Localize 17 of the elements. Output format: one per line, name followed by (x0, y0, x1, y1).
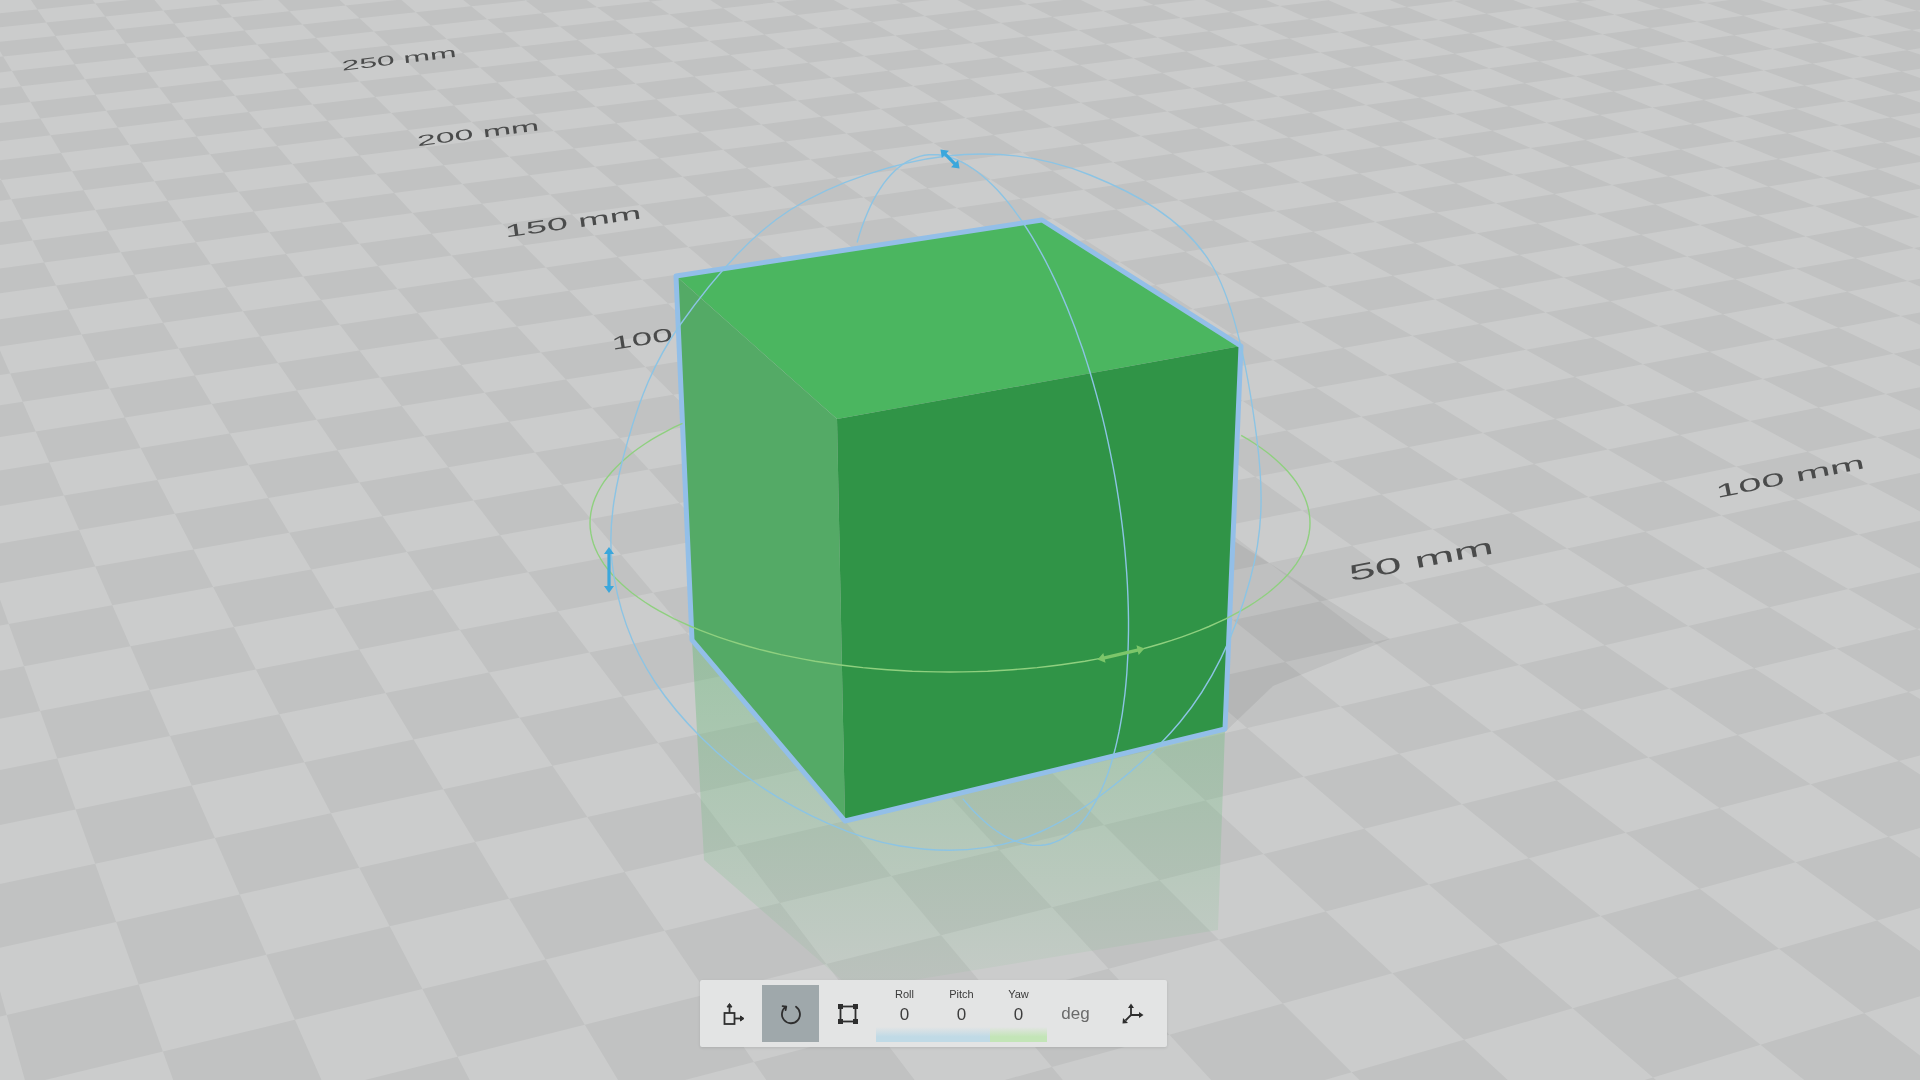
axes-arrows-icon (1120, 1001, 1145, 1026)
field-label: Roll (895, 988, 914, 1000)
ruler-label: 100 mm (1713, 452, 1867, 502)
box-arrows-icon (721, 1001, 746, 1026)
unit-label: deg (1061, 1003, 1090, 1024)
rotate-tool-button[interactable] (762, 985, 819, 1042)
ruler-label: 250 mm (340, 44, 458, 74)
resize-frame-icon (835, 1001, 860, 1026)
ruler-label: 200 mm (416, 117, 540, 149)
field-label: Pitch (949, 988, 974, 1000)
rotation-input[interactable]: 0 (939, 1005, 984, 1025)
field-label: Yaw (1008, 988, 1029, 1000)
rotation-input[interactable]: 0 (996, 1005, 1041, 1025)
rotation-input[interactable]: 0 (882, 1005, 927, 1025)
ruler-label: 50 mm (1346, 535, 1496, 585)
ruler-label: 100 (610, 325, 674, 353)
ruler-label: 150 mm (503, 203, 643, 241)
